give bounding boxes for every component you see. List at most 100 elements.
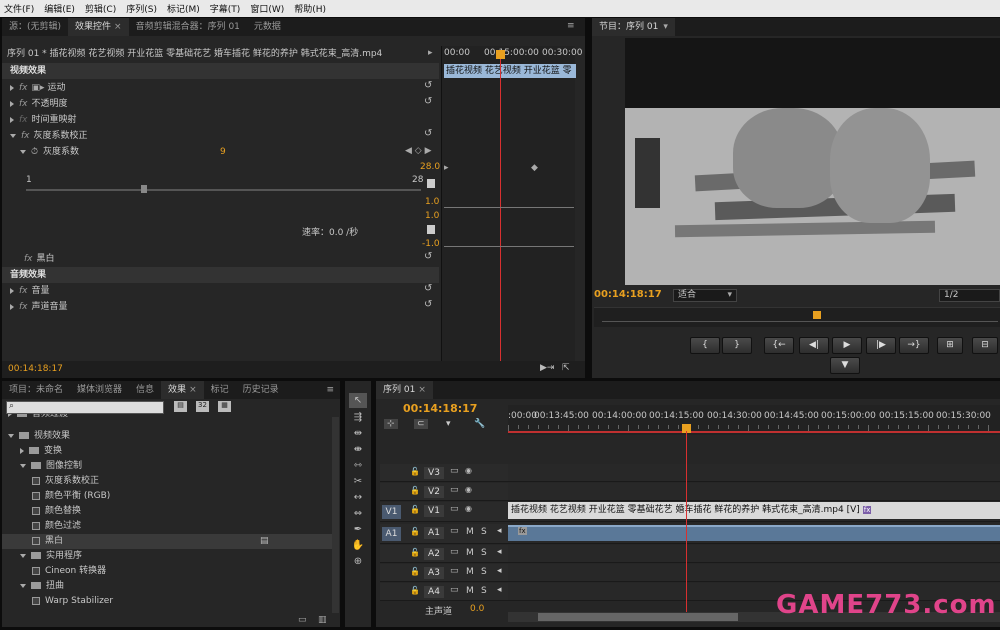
expand-arrow-icon[interactable] [20,463,26,468]
fx-time-remap[interactable]: fx 时间重映射 [2,112,439,128]
project-tab[interactable]: 项目：未命名 [2,381,70,399]
transport-button[interactable]: ⊟ [972,337,998,354]
effects-scrollbar[interactable] [332,417,339,613]
lock-icon[interactable]: 🔓 [410,527,420,536]
export-icon[interactable]: ⇱ [562,363,570,373]
fx-opacity[interactable]: fx 不透明度 [2,96,439,112]
track-lane[interactable] [508,464,1000,482]
tree-item[interactable]: 音频过渡 [2,414,332,422]
reset-icon[interactable]: ↺ [424,251,432,262]
menu-item[interactable]: 标记(M) [167,2,200,15]
slip-tool-icon[interactable]: ↔ [349,490,367,505]
solo-button[interactable]: S [481,567,487,577]
tree-item[interactable]: 变换 [2,444,332,459]
master-volume-value[interactable]: 0.0 [470,604,484,614]
menu-item[interactable]: 字幕(T) [210,2,241,15]
mute-button[interactable]: M [466,527,474,537]
fx-volume[interactable]: fx 音量 [2,283,439,299]
eye-icon[interactable]: ◉ [465,466,472,475]
project-tab[interactable]: 媒体浏览器 [70,381,129,399]
lock-icon[interactable]: 🔓 [410,467,420,476]
menu-item[interactable]: 帮助(H) [294,2,326,15]
track-label[interactable]: A2 [424,548,444,560]
track-lane[interactable] [508,564,1000,582]
voiceover-icon[interactable]: ◂ [497,585,502,595]
track-output-icon[interactable]: ▭ [450,526,459,536]
track-lane[interactable] [508,483,1000,501]
link-icon[interactable]: ⊂ [414,419,428,429]
track-lane[interactable] [508,545,1000,563]
timeline-playhead[interactable] [686,431,687,613]
tree-item[interactable]: Warp Stabilizer [2,594,332,609]
rolling-edit-tool-icon[interactable]: ⇼ [349,442,367,457]
expand-arrow-icon[interactable] [10,84,14,91]
voiceover-icon[interactable]: ◂ [497,526,502,536]
wrench-icon[interactable]: 🔧 [474,419,485,429]
fx-motion[interactable]: fx ▣▸ 运动 [2,80,439,96]
film-icon[interactable]: ▭ [450,485,459,495]
solo-button[interactable]: S [481,586,487,596]
expand-arrow-icon[interactable] [20,447,24,454]
slide-tool-icon[interactable]: ⇔ [349,506,367,521]
close-icon[interactable]: × [189,385,197,395]
reset-icon[interactable]: ↺ [424,96,432,107]
mute-button[interactable]: M [466,567,474,577]
menu-item[interactable]: 文件(F) [4,2,34,15]
snap-icon[interactable]: ⊹ [384,419,398,429]
gamma-slider-track[interactable] [26,189,421,191]
eye-icon[interactable]: ◉ [465,485,472,494]
new-bin-icon[interactable]: ▭ [298,615,307,625]
tree-item[interactable]: 灰度系数校正 [2,474,332,489]
track-label[interactable]: A4 [424,586,444,598]
close-icon[interactable]: × [418,385,426,395]
track-output-icon[interactable]: ▭ [450,547,459,557]
expand-arrow-icon[interactable] [8,433,14,438]
reset-icon[interactable]: ↺ [424,283,432,294]
transport-button[interactable]: →} [899,337,929,354]
expand-arrow-icon[interactable] [10,100,14,107]
transport-button[interactable]: { [690,337,720,354]
ripple-edit-tool-icon[interactable]: ⇹ [349,426,367,441]
program-timecode[interactable]: 00:14:18:17 [594,289,662,300]
menu-item[interactable]: 编辑(E) [44,2,75,15]
source-patch[interactable]: V1 [382,505,401,519]
ec-timecode[interactable]: 00:14:18:17 [8,364,63,374]
transport-button[interactable]: } [722,337,752,354]
rate-stretch-tool-icon[interactable]: ⇿ [349,458,367,473]
yuv-fx-icon[interactable]: ▦ [218,401,231,412]
film-icon[interactable]: ▭ [450,504,459,514]
tree-item[interactable]: 颜色替换 [2,504,332,519]
track-output-icon[interactable]: ▭ [450,566,459,576]
tab-audio-mixer[interactable]: 音频剪辑混合器：序列 01 [129,18,247,36]
video-clip[interactable]: 插花视频 花艺视频 开业花篮 零基础花艺 婚车插花 鲜花的养护 韩式花束_高清.… [508,502,1000,519]
ec-playhead-handle[interactable] [496,50,505,59]
expand-arrow-icon[interactable] [20,583,26,588]
reset-icon[interactable]: ↺ [424,128,432,139]
expand-arrow-icon[interactable] [20,553,26,558]
tree-item[interactable]: 实用程序 [2,549,332,564]
program-scrubber[interactable] [594,307,1000,327]
transport-button[interactable]: ▶ [832,337,862,354]
track-label[interactable]: V3 [424,467,444,479]
expand-arrow-icon[interactable] [20,149,26,154]
transport-button[interactable]: ⊞ [937,337,963,354]
hand-tool-icon[interactable]: ✋ [349,538,367,553]
ec-clip-bar[interactable]: 插花视频 花艺视频 开业花篮 零 [444,64,576,78]
collapse-arrow-icon[interactable]: ▸ [428,48,433,58]
expand-arrow-icon[interactable] [10,303,14,310]
expand-arrow-icon[interactable] [10,133,16,138]
voiceover-icon[interactable]: ◂ [497,547,502,557]
transport-button[interactable]: {← [764,337,794,354]
expand-arrow-icon[interactable] [10,287,14,294]
tab-effect-controls[interactable]: 效果控件 × [68,18,129,36]
tab-source[interactable]: 源：(无剪辑) [2,18,68,36]
program-video-frame[interactable] [625,38,1000,285]
lock-icon[interactable]: 🔓 [410,505,420,514]
add-marker-button[interactable]: ▼ [830,357,860,374]
razor-tool-icon[interactable]: ✂ [349,474,367,489]
solo-button[interactable]: S [481,548,487,558]
menu-item[interactable]: 剪辑(C) [85,2,116,15]
tree-item[interactable]: 视频效果 [2,429,332,444]
pen-tool-icon[interactable]: ✒ [349,522,367,537]
keyframe-icon[interactable]: ◆ [531,163,538,173]
